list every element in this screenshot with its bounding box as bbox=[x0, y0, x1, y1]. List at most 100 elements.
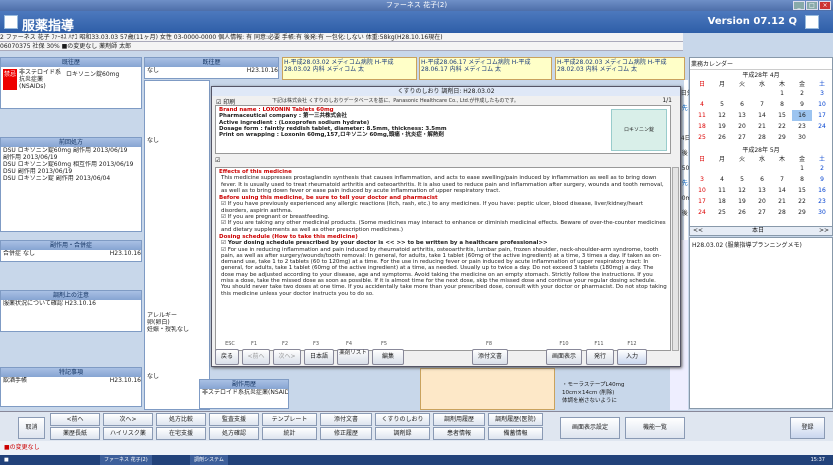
issue-button[interactable]: 発行 bbox=[586, 349, 614, 365]
allergy-drug: ロキソニン錠60mg bbox=[66, 71, 120, 78]
special-notes-date: H23.10.16 bbox=[109, 377, 141, 384]
patient-info-button[interactable]: 患者情報 bbox=[433, 427, 485, 440]
dosing-text: ☑ For use in reducing inflammation and p… bbox=[221, 246, 667, 297]
drug-list-button[interactable]: 薬剤リスト bbox=[337, 349, 369, 365]
toolbar-next-button[interactable]: 次へ> bbox=[103, 413, 153, 426]
start-icon[interactable]: ■ bbox=[4, 455, 9, 465]
display-settings-button[interactable]: 画面表示設定 bbox=[560, 417, 620, 439]
right-strip-item: 体調を崩さないように bbox=[562, 398, 617, 404]
history-date: H23.10.16 bbox=[246, 67, 278, 74]
history-sheet-button[interactable]: 薬歴長紙 bbox=[50, 427, 100, 440]
document-scrollbar[interactable] bbox=[672, 167, 679, 351]
fkey-label: F10 bbox=[559, 341, 569, 347]
calendar-grid-2: 日月火水木金土 12 3456789 10 11 12 13 14 15 16 17 18 19… bbox=[698, 156, 826, 216]
maximize-button[interactable]: □ bbox=[806, 1, 818, 10]
app-title: 服薬指導 bbox=[22, 19, 75, 34]
complication-label: 合併症 bbox=[3, 250, 22, 257]
taskbar-item[interactable]: 調剤システム bbox=[190, 455, 228, 465]
japanese-button[interactable]: 日本語 bbox=[304, 349, 334, 365]
print-wrapping: Print on wrapping : Loxonin 60mg,157,ロキソ… bbox=[219, 132, 444, 139]
attachment-button[interactable]: 添付文書 bbox=[320, 413, 372, 426]
minimize-button[interactable]: _ bbox=[793, 1, 805, 10]
package-insert-button[interactable]: 添付文書 bbox=[472, 349, 508, 365]
drug-leaflet-button[interactable]: くすりのしおり bbox=[375, 413, 430, 426]
fkey-label: F1 bbox=[250, 341, 258, 347]
toolbar-prev-button[interactable]: <前へ bbox=[50, 413, 100, 426]
compare-prescription-button[interactable]: 処方比較 bbox=[156, 413, 206, 426]
fkey-label: F12 bbox=[627, 341, 637, 347]
calendar-nav: << 本日 >> bbox=[689, 226, 833, 236]
help-icon[interactable] bbox=[805, 15, 819, 29]
tablet-image: ロキソニン錠 bbox=[611, 109, 667, 151]
instructions-date: H23.10.16 bbox=[64, 300, 96, 307]
note-2[interactable]: H-平成28.06.17 メディコム病院 H-平成28.06.17 内科 メディ… bbox=[419, 57, 552, 80]
list-item[interactable]: DSU ロキソニン錠60mg 相互作用 2013/06/19 bbox=[1, 161, 141, 168]
calendar-title[interactable]: 業務カレンダー bbox=[690, 58, 832, 70]
register-button[interactable]: 登録 bbox=[790, 417, 825, 439]
app-header: 服薬指導 Version 07.12 Q bbox=[0, 11, 833, 34]
list-item[interactable]: 副作用 2013/06/19 bbox=[1, 154, 141, 161]
cancel-button[interactable]: 取消 bbox=[18, 417, 45, 439]
before-item: ☑ If you have previously experienced any… bbox=[221, 201, 644, 214]
close-button[interactable]: × bbox=[819, 1, 831, 10]
prev-button[interactable]: <前へ bbox=[242, 349, 270, 365]
stock-info-button[interactable]: 備蓄情報 bbox=[488, 427, 543, 440]
complication-date: H23.10.16 bbox=[109, 250, 141, 257]
list-item[interactable]: DSU 副作用 2013/06/19 bbox=[1, 168, 141, 175]
list-item[interactable]: DSU ロキソニン錠60mg 副作用 2013/06/19 bbox=[1, 147, 141, 154]
screen-display-button[interactable]: 画面表示 bbox=[546, 349, 582, 365]
input-button[interactable]: 入力 bbox=[617, 349, 647, 365]
fkey-label: ESC bbox=[225, 341, 235, 347]
instructions-value: 服薬状況について確認 bbox=[3, 300, 63, 307]
statistics-button[interactable]: 統計 bbox=[262, 427, 317, 440]
allergy2-extra: 妊娠・授乳なし bbox=[147, 326, 190, 333]
dialog-page: 1/1 bbox=[662, 97, 672, 104]
next-button[interactable]: 次へ> bbox=[273, 349, 301, 365]
taskbar-item[interactable]: ファーネス 花子(2) bbox=[100, 455, 152, 465]
note-bottom-right: ・モーラステープL40mg 10cm×14cm (削除) 体調を崩さないように bbox=[562, 381, 682, 405]
high-risk-button[interactable]: ハイリスク薬 bbox=[103, 427, 153, 440]
edit-button[interactable]: 編集 bbox=[372, 349, 404, 365]
allergy2-value: 卵(卵白) bbox=[147, 319, 170, 326]
print-checkbox-2[interactable]: ☑ bbox=[215, 157, 220, 164]
allergy-panel: 既往歴 禁忌 非ステロイド系抗炎症薬(NSAIDs) ロキソニン錠60mg bbox=[0, 57, 142, 109]
planning-memo[interactable]: H28.03.02 (服薬指導プランニングメモ) bbox=[689, 237, 833, 409]
calendar-today-button[interactable]: 本日 bbox=[752, 227, 764, 235]
drug-info-dialog: くすりのしおり 調剤日: H28.03.02 ☑ 印刷 下記は株式会社 くすりの… bbox=[211, 86, 681, 367]
drug-header-box: Brand name : LOXONIN Tablets 60mg Pharma… bbox=[215, 105, 671, 154]
allergy-item: 非ステロイド系抗炎症薬(NSAIDs) bbox=[19, 69, 62, 90]
drug-info-document: Effects of this medicine This medicine s… bbox=[215, 167, 671, 351]
clinic-history-button[interactable]: 調剤履歴(医院) bbox=[488, 413, 543, 426]
allergy2-title: アレルギー bbox=[147, 312, 178, 319]
list-item[interactable]: DSU ロキソニン錠 副作用 2013/06/04 bbox=[1, 175, 141, 182]
dialog-title: くすりのしおり 調剤日: H28.03.02 bbox=[212, 87, 680, 96]
calendar-prev-button[interactable]: << bbox=[693, 227, 703, 235]
note-3[interactable]: H-平成28.02.03 メディコム病院 H-平成28.02.03 内科 メディ… bbox=[555, 57, 685, 80]
history-value: なし bbox=[147, 67, 160, 74]
template-button[interactable]: テンプレート bbox=[262, 413, 317, 426]
calendar-next-button[interactable]: >> bbox=[819, 227, 829, 235]
effects-text: This medicine suppresses prostaglandin s… bbox=[221, 175, 664, 194]
dispensing-history-button[interactable]: 調剤用履歴 bbox=[433, 413, 485, 426]
fkey-label: F3 bbox=[312, 341, 320, 347]
allergy-panel-title: 既往歴 bbox=[1, 58, 141, 67]
edit-history-button[interactable]: 修正履歴 bbox=[320, 427, 372, 440]
back-button[interactable]: 戻る bbox=[215, 349, 239, 365]
nsaid-value: 非ステロイド系抗炎症薬(NSAIDs) bbox=[202, 389, 288, 396]
note-1[interactable]: H-平成28.03.02 メディコム病院 H-平成28.03.02 内科 メディ… bbox=[282, 57, 417, 80]
prescription-check-button[interactable]: 処方確認 bbox=[209, 427, 259, 440]
dispensing-record-button[interactable]: 調剤録 bbox=[375, 427, 430, 440]
home-support-button[interactable]: 在宅支援 bbox=[156, 427, 206, 440]
special-notes-panel: 特記事項 飲酒手帳 H23.10.16 bbox=[0, 367, 142, 407]
function-list-button[interactable]: 機能一覧 bbox=[625, 417, 685, 439]
prescription-panel-title: 前回処方 bbox=[1, 138, 141, 147]
bottom-toolbar: 取消 <前へ 次へ> 処方比較 監査支援 テンプレート 添付文書 くすりのしおり… bbox=[0, 411, 833, 441]
audit-support-button[interactable]: 監査支援 bbox=[209, 413, 259, 426]
clock: 15:37 bbox=[810, 457, 825, 463]
status-bar: ■の変更なし bbox=[0, 441, 833, 455]
dialog-copyright: 下記は株式会社 くすりのしおりデータベースを基に、Panasonic Healt… bbox=[272, 98, 519, 104]
history-panel-title: 既往歴 bbox=[145, 58, 278, 67]
mid-misc-value: なし bbox=[147, 137, 160, 144]
note-bottom[interactable] bbox=[420, 368, 555, 410]
contraindication-badge: 禁忌 bbox=[3, 69, 18, 90]
